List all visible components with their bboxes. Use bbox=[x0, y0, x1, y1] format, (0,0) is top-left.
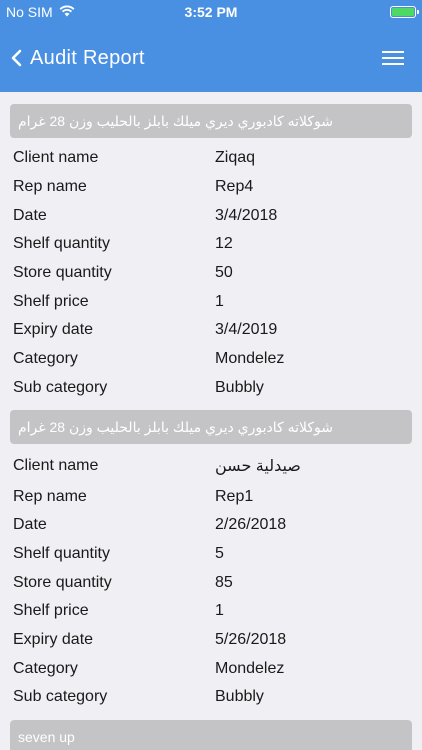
rep-label: Rep name bbox=[13, 178, 87, 196]
report-details: Client name صيدلية حسن Rep name Rep1 Dat… bbox=[10, 444, 412, 712]
date-value: 2/26/2018 bbox=[215, 516, 287, 534]
store-quantity-value: 85 bbox=[215, 573, 233, 591]
report-card: seven up bbox=[10, 719, 412, 750]
report-card: شوكلاته كادبوري ديري ميلك بابلز بالحليب … bbox=[10, 104, 412, 402]
battery-fill bbox=[392, 8, 414, 16]
store-quantity-label: Store quantity bbox=[13, 573, 112, 591]
report-details: Client name Ziqaq Rep name Rep4 Date 3/4… bbox=[10, 138, 412, 402]
sub-category-label: Sub category bbox=[13, 378, 108, 396]
sub-category-value: Bubbly bbox=[215, 688, 264, 706]
category-label: Category bbox=[13, 350, 78, 368]
shelf-quantity-label: Shelf quantity bbox=[13, 544, 110, 562]
store-quantity-row: Store quantity 85 bbox=[13, 568, 409, 597]
sub-category-row: Sub category Bubbly bbox=[13, 683, 409, 712]
client-label: Client name bbox=[13, 149, 99, 167]
client-row: Client name Ziqaq bbox=[13, 144, 409, 173]
battery-icon bbox=[390, 6, 419, 18]
product-header: شوكلاته كادبوري ديري ميلك بابلز بالحليب … bbox=[10, 104, 412, 138]
expiry-date-value: 5/26/2018 bbox=[215, 630, 287, 648]
shelf-quantity-row: Shelf quantity 5 bbox=[13, 540, 409, 569]
chevron-left-icon[interactable] bbox=[10, 48, 24, 68]
rep-row: Rep name Rep4 bbox=[13, 173, 409, 202]
date-label: Date bbox=[13, 516, 47, 534]
date-row: Date 3/4/2018 bbox=[13, 201, 409, 230]
rep-value: Rep1 bbox=[215, 487, 254, 505]
product-header: شوكلاته كادبوري ديري ميلك بابلز بالحليب … bbox=[10, 410, 412, 445]
expiry-date-row: Expiry date 3/4/2019 bbox=[13, 316, 409, 345]
report-card: شوكلاته كادبوري ديري ميلك بابلز بالحليب … bbox=[10, 410, 412, 712]
product-header: seven up bbox=[10, 719, 412, 750]
store-quantity-value: 50 bbox=[215, 264, 233, 282]
date-row: Date 2/26/2018 bbox=[13, 511, 409, 540]
sub-category-row: Sub category Bubbly bbox=[13, 374, 409, 403]
shelf-quantity-value: 12 bbox=[215, 235, 233, 253]
shelf-price-label: Shelf price bbox=[13, 292, 89, 310]
shelf-quantity-value: 5 bbox=[215, 544, 224, 562]
category-label: Category bbox=[13, 659, 78, 677]
status-bar: No SIM 3:52 PM bbox=[0, 0, 422, 24]
shelf-price-value: 1 bbox=[215, 292, 224, 310]
date-value: 3/4/2018 bbox=[215, 206, 278, 224]
category-value: Mondelez bbox=[215, 659, 285, 677]
expiry-date-label: Expiry date bbox=[13, 321, 94, 339]
client-value: صيدلية حسن bbox=[215, 458, 301, 476]
sub-category-value: Bubbly bbox=[215, 378, 264, 396]
client-label: Client name bbox=[13, 457, 99, 475]
carrier-label: No SIM bbox=[6, 4, 53, 20]
page-title: Audit Report bbox=[30, 46, 145, 69]
shelf-price-row: Shelf price 1 bbox=[13, 287, 409, 316]
category-row: Category Mondelez bbox=[13, 654, 409, 683]
shelf-quantity-row: Shelf quantity 12 bbox=[13, 230, 409, 259]
client-row: Client name صيدلية حسن bbox=[13, 450, 409, 482]
expiry-date-label: Expiry date bbox=[13, 630, 94, 648]
back-button[interactable]: Audit Report bbox=[10, 47, 145, 70]
hamburger-menu-icon[interactable] bbox=[378, 43, 408, 73]
shelf-price-row: Shelf price 1 bbox=[13, 597, 409, 626]
shelf-price-value: 1 bbox=[215, 602, 224, 620]
client-value: Ziqaq bbox=[215, 149, 256, 167]
sub-category-label: Sub category bbox=[13, 688, 108, 706]
wifi-icon bbox=[59, 4, 75, 20]
rep-row: Rep name Rep1 bbox=[13, 482, 409, 511]
rep-label: Rep name bbox=[13, 487, 87, 505]
expiry-date-row: Expiry date 5/26/2018 bbox=[13, 626, 409, 655]
navigation-bar: Audit Report bbox=[0, 24, 422, 92]
category-value: Mondelez bbox=[215, 350, 285, 368]
report-list: شوكلاته كادبوري ديري ميلك بابلز بالحليب … bbox=[0, 92, 422, 750]
status-left: No SIM bbox=[6, 4, 75, 20]
shelf-price-label: Shelf price bbox=[13, 602, 89, 620]
store-quantity-label: Store quantity bbox=[13, 264, 112, 282]
store-quantity-row: Store quantity 50 bbox=[13, 259, 409, 288]
expiry-date-value: 3/4/2019 bbox=[215, 321, 278, 339]
category-row: Category Mondelez bbox=[13, 345, 409, 374]
shelf-quantity-label: Shelf quantity bbox=[13, 235, 110, 253]
rep-value: Rep4 bbox=[215, 178, 254, 196]
date-label: Date bbox=[13, 206, 47, 224]
